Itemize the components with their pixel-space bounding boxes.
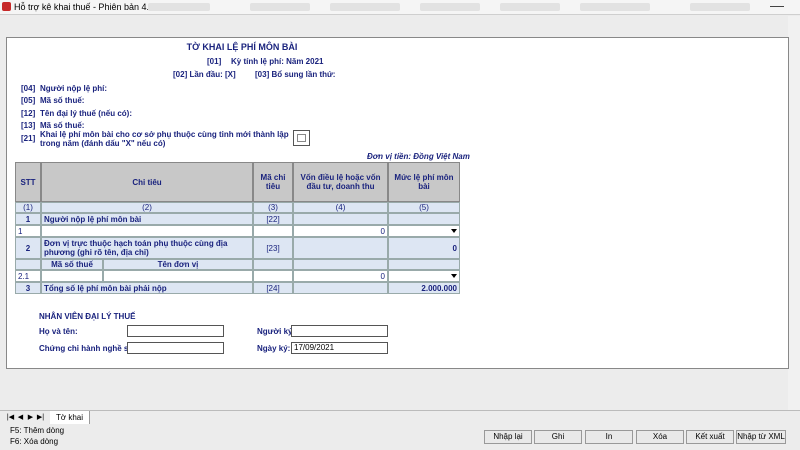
col-header-indicator: Chỉ tiêu — [41, 162, 253, 202]
field-code: [12] — [21, 109, 36, 118]
print-button[interactable]: In — [585, 430, 633, 444]
title-bar: Hỗ trợ kê khai thuế - Phiên bản 4.5.9 — [0, 0, 800, 15]
reset-button[interactable]: Nhập lại — [484, 430, 532, 444]
row1-fee — [388, 213, 460, 225]
agent-heading: NHÂN VIÊN ĐẠI LÝ THUẾ — [39, 312, 136, 321]
row2-code: [23] — [253, 237, 293, 259]
minimize-icon[interactable] — [770, 6, 784, 7]
row1-capital-input[interactable]: 0 — [293, 225, 388, 237]
background-tab — [330, 3, 400, 11]
row2-label: Đơn vị trực thuộc hạch toán phụ thuộc cù… — [41, 237, 253, 259]
next-sheet-icon[interactable]: ▶ — [26, 413, 35, 422]
row2-detail-stt: 2.1 — [15, 270, 41, 282]
background-tab — [500, 3, 560, 11]
row2-sub-fee — [388, 259, 460, 270]
hint-delete-row: F6: Xóa dòng — [10, 437, 59, 446]
row2-sub-stt — [15, 259, 41, 270]
window-title: Hỗ trợ kê khai thuế - Phiên bản 4.5.9 — [14, 2, 162, 12]
row2-sub-code — [253, 259, 293, 270]
period-code: [01] — [207, 57, 222, 66]
app-icon — [2, 2, 11, 11]
row2-sub-capital — [293, 259, 388, 270]
hint-add-row: F5: Thêm dòng — [10, 426, 65, 435]
field-code: [05] — [21, 96, 36, 105]
row2-fee-select[interactable] — [388, 270, 460, 282]
row2-sub-tax-header: Mã số thuế — [41, 259, 103, 270]
index-cell: (4) — [293, 202, 388, 213]
cert-input[interactable] — [127, 342, 224, 354]
background-tab — [250, 3, 310, 11]
index-cell: (2) — [41, 202, 253, 213]
delete-button[interactable]: Xóa — [636, 430, 684, 444]
row1-detail-input[interactable] — [41, 225, 253, 237]
first-time-label: [02] Lần đầu: — [173, 70, 223, 79]
declaration-form: TỜ KHAI LỆ PHÍ MÔN BÀI [01] Kỳ tính lệ p… — [6, 37, 789, 369]
index-cell: (3) — [253, 202, 293, 213]
tab-to-khai[interactable]: Tờ khai — [50, 411, 91, 424]
col-header-capital: Vốn điều lệ hoặc vốn đầu tư, doanh thu — [293, 162, 388, 202]
chevron-down-icon[interactable] — [451, 274, 457, 278]
background-tab — [580, 3, 650, 11]
import-xml-button[interactable]: Nhập từ XML — [736, 430, 786, 444]
row2-capital — [293, 237, 388, 259]
row1-code: [22] — [253, 213, 293, 225]
background-tab — [420, 3, 480, 11]
row3-code: [24] — [253, 282, 293, 294]
signer-input[interactable] — [291, 325, 388, 337]
supplement-label: [03] Bổ sung lần thứ: — [255, 70, 336, 79]
checkbox-box-icon — [297, 134, 306, 142]
row3-capital — [293, 282, 388, 294]
row2-capital-input[interactable]: 0 — [293, 270, 388, 282]
index-cell: (1) — [15, 202, 41, 213]
row2-stt: 2 — [15, 237, 41, 259]
field-code: [21] — [21, 134, 36, 143]
last-sheet-icon[interactable]: ▶| — [36, 413, 45, 422]
currency-note: Đơn vị tiền: Đồng Việt Nam — [367, 152, 470, 161]
agent-name-label: Họ và tên: — [39, 327, 78, 336]
prev-sheet-icon[interactable]: ◀ — [16, 413, 25, 422]
col-header-stt: STT — [15, 162, 41, 202]
agent-name-label: Tên đại lý thuế (nếu có): — [40, 109, 133, 118]
payer-label: Người nộp lệ phí: — [40, 84, 108, 93]
form-title: TỜ KHAI LỆ PHÍ MÔN BÀI — [186, 42, 298, 52]
row3-label: Tổng số lệ phí môn bài phải nộp — [41, 282, 253, 294]
branch-declare-label: Khai lệ phí môn bài cho cơ sở phụ thuộc … — [40, 130, 289, 148]
period-label: Kỳ tính lệ phí: Năm 2021 — [231, 57, 324, 66]
row1-detail-code — [253, 225, 293, 237]
save-button[interactable]: Ghi — [534, 430, 582, 444]
background-tab — [148, 3, 210, 11]
agent-tax-id-label: Mã số thuế: — [40, 121, 85, 130]
export-button[interactable]: Kết xuất — [686, 430, 734, 444]
col-header-fee: Mức lệ phí môn bài — [388, 162, 460, 202]
row3-stt: 3 — [15, 282, 41, 294]
date-label: Ngày ký: — [257, 344, 291, 353]
first-sheet-icon[interactable]: |◀ — [6, 413, 15, 422]
row1-capital — [293, 213, 388, 225]
row3-fee: 2.000.000 — [388, 282, 460, 294]
background-tab — [690, 3, 750, 11]
row2-detail-code — [253, 270, 293, 282]
branch-checkbox[interactable] — [293, 130, 310, 146]
field-code: [13] — [21, 121, 36, 130]
field-code: [04] — [21, 84, 36, 93]
chevron-down-icon[interactable] — [451, 229, 457, 233]
date-input[interactable]: 17/09/2021 — [291, 342, 388, 354]
sheet-tab-bar: |◀ ◀ ▶ ▶| Tờ khai — [0, 410, 800, 424]
row2-unit-name-input[interactable] — [103, 270, 253, 282]
row2-sub-name-header: Tên đơn vị — [103, 259, 253, 270]
row2-tax-id-input[interactable] — [41, 270, 103, 282]
row1-stt: 1 — [15, 213, 41, 225]
tax-id-label: Mã số thuế: — [40, 96, 85, 105]
row1-fee-select[interactable] — [388, 225, 460, 237]
cert-label: Chứng chỉ hành nghề số: — [39, 344, 136, 353]
row2-fee: 0 — [388, 237, 460, 259]
agent-name-input[interactable] — [127, 325, 224, 337]
row1-detail-stt: 1 — [15, 225, 41, 237]
col-header-code: Mã chỉ tiêu — [253, 162, 293, 202]
row1-label: Người nộp lệ phí môn bài — [41, 213, 253, 225]
index-cell: (5) — [388, 202, 460, 213]
signer-label: Người ký: — [257, 327, 296, 336]
first-time-value[interactable]: [X] — [225, 70, 236, 79]
vertical-scrollbar[interactable] — [788, 16, 800, 410]
